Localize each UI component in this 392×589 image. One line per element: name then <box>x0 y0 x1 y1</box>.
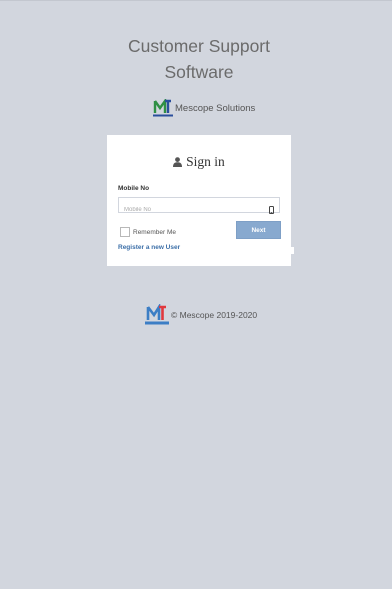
page-title-line-2: Software <box>164 62 234 82</box>
mobile-phone-icon <box>269 201 274 219</box>
register-link[interactable]: Register a new User <box>118 244 180 251</box>
page-title-line-1: Customer Support <box>127 36 270 56</box>
company-name: Mescope Solutions <box>175 103 256 114</box>
footer: © Mescope 2019-2020 <box>145 304 257 326</box>
card-edge <box>290 247 294 254</box>
next-button[interactable]: Next <box>236 221 281 239</box>
mescope-logo-icon <box>153 99 173 118</box>
mobile-label: Mobile No <box>118 185 150 192</box>
remember-me: Remember Me <box>120 227 176 237</box>
mobile-input[interactable] <box>119 203 264 217</box>
remember-label: Remember Me <box>133 228 176 236</box>
signin-heading-text: Sign in <box>186 154 225 169</box>
user-icon <box>173 157 183 167</box>
page-title: Customer Support Software <box>0 33 392 85</box>
footer-logo-icon <box>145 304 169 326</box>
signin-heading: Sign in <box>0 154 392 170</box>
remember-checkbox[interactable] <box>120 227 130 237</box>
top-divider <box>0 0 392 1</box>
copyright-text: © Mescope 2019-2020 <box>171 310 258 320</box>
company-brand: Mescope Solutions <box>153 99 255 118</box>
mobile-field-wrapper <box>118 197 280 217</box>
